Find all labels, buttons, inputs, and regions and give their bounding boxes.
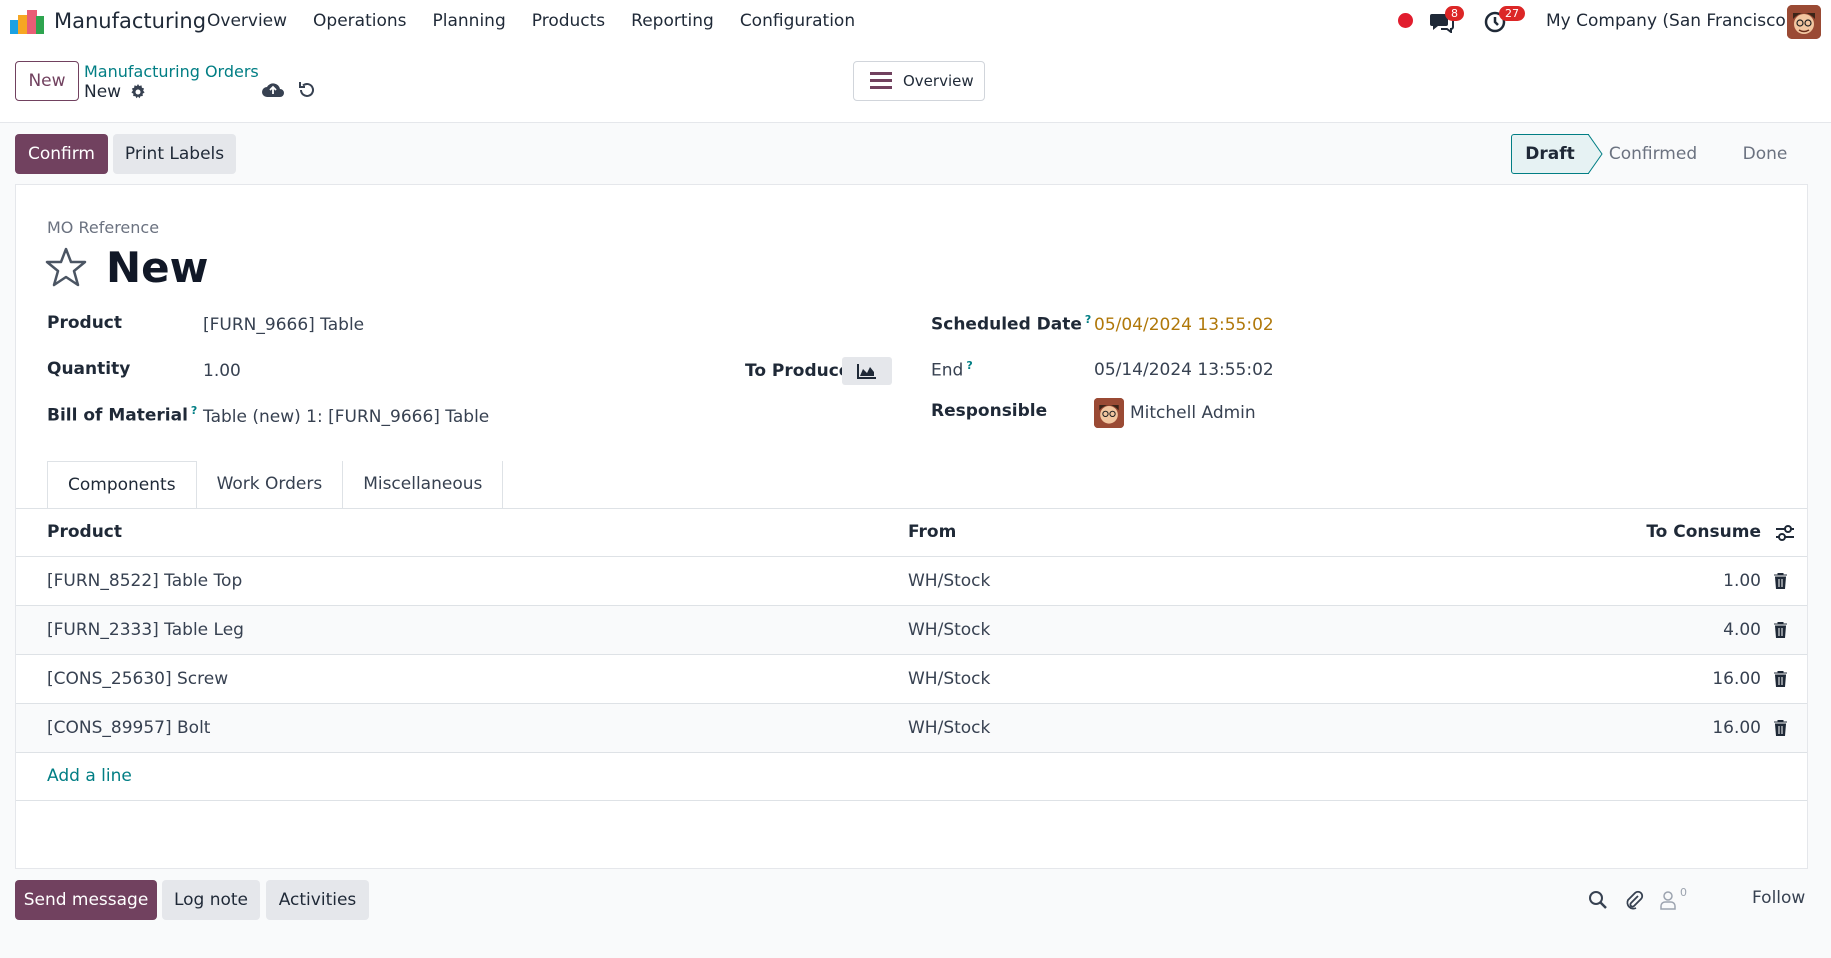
confirm-button[interactable]: Confirm (15, 134, 108, 174)
responsible-avatar (1094, 398, 1124, 428)
messages-count-badge: 8 (1445, 6, 1464, 21)
tab-miscellaneous[interactable]: Miscellaneous (342, 461, 504, 509)
control-panel: New Manufacturing Orders New Overview (0, 44, 1831, 123)
end-label: End? (931, 359, 973, 381)
activities-count-badge: 27 (1499, 6, 1525, 21)
cloud-upload-icon[interactable] (262, 81, 284, 98)
menu-overview[interactable]: Overview (207, 11, 287, 31)
mo-title: New (106, 243, 209, 292)
status-arrow-icon (1588, 134, 1603, 174)
table-header: Product From To Consume (16, 509, 1807, 557)
row-product[interactable]: [FURN_2333] Table Leg (47, 620, 244, 640)
responsible-field[interactable]: Mitchell Admin (1130, 403, 1256, 423)
status-done[interactable]: Done (1717, 134, 1813, 174)
row-from[interactable]: WH/Stock (908, 571, 990, 591)
row-from[interactable]: WH/Stock (908, 669, 990, 689)
notebook-tabs: Components Work Orders Miscellaneous (47, 461, 504, 509)
form-sheet: MO Reference New Product [FURN_9666] Tab… (15, 184, 1808, 869)
row-to-consume[interactable]: 16.00 (1712, 669, 1761, 689)
area-chart-icon (857, 364, 876, 379)
search-icon[interactable] (1588, 890, 1608, 910)
app-name[interactable]: Manufacturing (54, 9, 206, 33)
table-row[interactable]: [CONS_89957] Bolt WH/Stock 16.00 (16, 704, 1807, 753)
row-from[interactable]: WH/Stock (908, 718, 990, 738)
add-line-row: Add a line (16, 753, 1807, 801)
quantity-field[interactable]: 1.00 (203, 361, 241, 381)
row-to-consume[interactable]: 4.00 (1723, 620, 1761, 640)
star-icon[interactable] (45, 246, 87, 288)
follow-button[interactable]: Follow (1752, 888, 1805, 908)
menu-reporting[interactable]: Reporting (631, 11, 714, 31)
end-help-icon[interactable]: ? (966, 359, 972, 372)
breadcrumb-current: New (84, 82, 122, 102)
menu-configuration[interactable]: Configuration (740, 11, 855, 31)
table-row[interactable]: [FURN_2333] Table Leg WH/Stock 4.00 (16, 606, 1807, 655)
trash-icon[interactable] (1774, 573, 1787, 589)
tab-work-orders[interactable]: Work Orders (195, 461, 344, 509)
menu-products[interactable]: Products (532, 11, 605, 31)
to-produce-label: To Produce (745, 361, 851, 381)
menu-planning[interactable]: Planning (433, 11, 506, 31)
log-note-button[interactable]: Log note (162, 880, 260, 920)
overview-button[interactable]: Overview (853, 61, 985, 101)
scheduled-date-field[interactable]: 05/04/2024 13:55:02 (1094, 315, 1274, 335)
gear-icon[interactable] (130, 84, 146, 100)
manufacturing-app-icon[interactable] (10, 10, 44, 34)
tab-components[interactable]: Components (47, 461, 197, 509)
trash-icon[interactable] (1774, 622, 1787, 638)
add-line-link[interactable]: Add a line (47, 766, 132, 786)
product-label: Product (47, 313, 122, 333)
paperclip-icon[interactable] (1624, 890, 1644, 910)
main-menu: Overview Operations Planning Products Re… (207, 11, 881, 31)
status-draft[interactable]: Draft (1511, 134, 1589, 174)
overview-label: Overview (903, 72, 974, 90)
scheduled-help-icon[interactable]: ? (1085, 313, 1091, 326)
status-bar: Draft Confirmed Done (1511, 134, 1813, 174)
bom-help-icon[interactable]: ? (191, 404, 197, 417)
product-field[interactable]: [FURN_9666] Table (203, 315, 364, 335)
menu-bars-icon (870, 72, 892, 89)
trash-icon[interactable] (1774, 671, 1787, 687)
column-to-consume[interactable]: To Consume (1646, 522, 1761, 542)
table-row[interactable]: [FURN_8522] Table Top WH/Stock 1.00 (16, 557, 1807, 606)
activities-button[interactable]: Activities (266, 880, 369, 920)
quantity-label: Quantity (47, 359, 131, 379)
menu-operations[interactable]: Operations (313, 11, 406, 31)
discard-changes-icon[interactable] (297, 80, 317, 100)
row-product[interactable]: [CONS_89957] Bolt (47, 718, 210, 738)
row-to-consume[interactable]: 16.00 (1712, 718, 1761, 738)
forecast-chart-button[interactable] (842, 357, 892, 385)
bom-field[interactable]: Table (new) 1: [FURN_9666] Table (203, 407, 489, 427)
new-record-button[interactable]: New (15, 61, 79, 101)
user-avatar[interactable] (1787, 5, 1821, 39)
mo-reference-label: MO Reference (47, 218, 160, 237)
trash-icon[interactable] (1774, 720, 1787, 736)
row-product[interactable]: [CONS_25630] Screw (47, 669, 228, 689)
company-switcher[interactable]: My Company (San Francisco) (1546, 11, 1792, 31)
end-date-field[interactable]: 05/14/2024 13:55:02 (1094, 360, 1274, 380)
responsible-label: Responsible (931, 401, 1048, 421)
scheduled-date-label: Scheduled Date? (931, 313, 1092, 335)
table-row[interactable]: [CONS_25630] Screw WH/Stock 16.00 (16, 655, 1807, 704)
send-message-button[interactable]: Send message (15, 880, 157, 920)
optional-columns-icon[interactable] (1775, 524, 1795, 542)
components-table: Product From To Consume [FURN_8522] Tabl… (16, 509, 1807, 801)
row-product[interactable]: [FURN_8522] Table Top (47, 571, 242, 591)
bom-label: Bill of Material? (47, 404, 198, 426)
row-to-consume[interactable]: 1.00 (1723, 571, 1761, 591)
top-navbar: Manufacturing Overview Operations Planni… (0, 0, 1831, 44)
recording-indicator-icon[interactable] (1398, 13, 1413, 28)
row-from[interactable]: WH/Stock (908, 620, 990, 640)
column-from[interactable]: From (908, 522, 956, 542)
breadcrumb-manufacturing-orders[interactable]: Manufacturing Orders (84, 62, 259, 81)
followers-user-icon[interactable] (1660, 890, 1676, 910)
print-labels-button[interactable]: Print Labels (113, 134, 236, 174)
column-product[interactable]: Product (47, 522, 122, 542)
followers-count: 0 (1680, 886, 1687, 899)
